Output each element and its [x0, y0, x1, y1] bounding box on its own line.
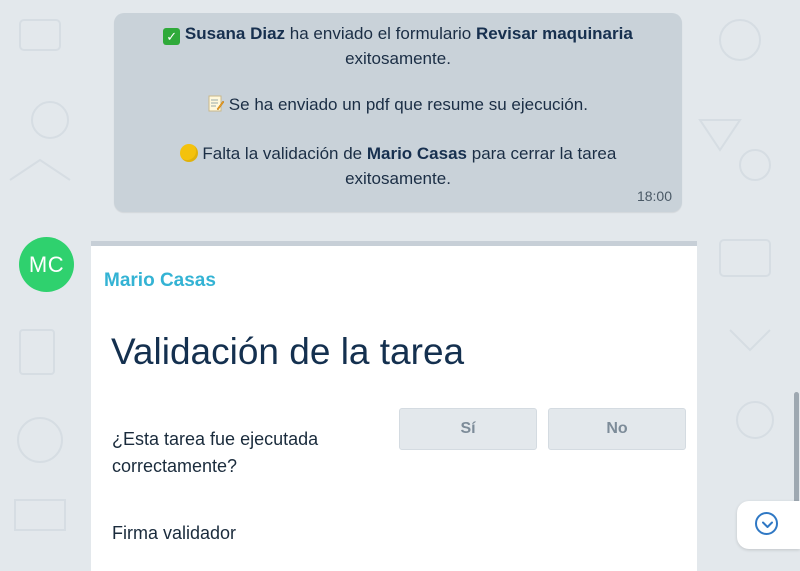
- message-timestamp: 18:00: [636, 188, 672, 204]
- system-line-validation-end: exitosamente.: [134, 166, 662, 191]
- yellow-circle-icon: [179, 144, 198, 162]
- validator-name: Mario Casas: [366, 144, 468, 163]
- system-text: exitosamente.: [345, 49, 451, 68]
- scroll-to-bottom-button[interactable]: [737, 501, 800, 549]
- system-text: Se ha enviado un pdf que resume su ejecu…: [228, 95, 588, 114]
- form-title: Validación de la tarea: [111, 331, 465, 372]
- system-line-form-sent: ✓ Susana Diaz ha enviado el formulario R…: [134, 21, 662, 46]
- system-text: exitosamente.: [345, 169, 451, 188]
- chevron-down-glyph: [762, 521, 773, 528]
- memo-icon: [208, 95, 225, 112]
- validation-question: ¿Esta tarea fue ejecutada correctamente?: [112, 429, 319, 476]
- check-mark-icon: ✓: [163, 28, 181, 45]
- sender-name[interactable]: Mario Casas: [104, 270, 216, 292]
- form-message-card: Mario Casas Validación de la tarea ¿Esta…: [91, 241, 697, 571]
- system-line-pdf: Se ha enviado un pdf que resume su ejecu…: [134, 92, 662, 117]
- yes-button[interactable]: Sí: [399, 408, 537, 450]
- system-line-form-sent-end: exitosamente.: [134, 46, 662, 71]
- system-text: ha enviado el formulario: [285, 24, 476, 43]
- system-text: Falta la validación de: [202, 144, 367, 163]
- chevron-down-icon: [755, 512, 778, 535]
- scrollbar-thumb[interactable]: [794, 392, 799, 504]
- system-text: para cerrar la tarea: [467, 144, 617, 163]
- signature-label: Firma validador: [112, 523, 237, 543]
- system-message-bubble: ✓ Susana Diaz ha enviado el formulario R…: [114, 13, 682, 212]
- avatar[interactable]: MC: [19, 237, 74, 292]
- form-name: Revisar maquinaria: [475, 24, 633, 43]
- no-button[interactable]: No: [548, 408, 686, 450]
- system-line-validation: Falta la validación de Mario Casas para …: [134, 141, 662, 166]
- sender-user-name: Susana Diaz: [184, 24, 286, 43]
